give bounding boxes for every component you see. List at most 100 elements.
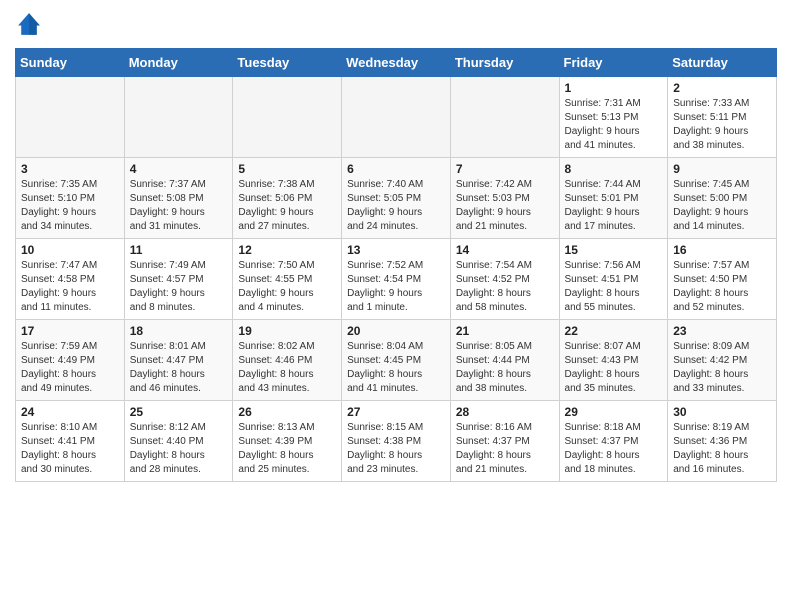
day-info: Sunrise: 7:50 AM Sunset: 4:55 PM Dayligh… xyxy=(238,259,336,315)
day-number: 20 xyxy=(347,324,445,338)
day-number: 15 xyxy=(565,243,663,257)
calendar-cell: 18 Sunrise: 8:01 AM Sunset: 4:47 PM Dayli… xyxy=(124,320,233,401)
calendar-week-row: 10 Sunrise: 7:47 AM Sunset: 4:58 PM Dayli… xyxy=(16,239,777,320)
calendar-cell: 16 Sunrise: 7:57 AM Sunset: 4:50 PM Dayli… xyxy=(668,239,777,320)
calendar-cell: 6 Sunrise: 7:40 AM Sunset: 5:05 PM Daylig… xyxy=(342,158,451,239)
calendar-cell: 11 Sunrise: 7:49 AM Sunset: 4:57 PM Dayli… xyxy=(124,239,233,320)
day-number: 5 xyxy=(238,162,336,176)
day-info: Sunrise: 8:13 AM Sunset: 4:39 PM Dayligh… xyxy=(238,421,336,477)
calendar-cell: 15 Sunrise: 7:56 AM Sunset: 4:51 PM Dayli… xyxy=(559,239,668,320)
weekday-header: Sunday xyxy=(16,49,125,77)
calendar-cell: 8 Sunrise: 7:44 AM Sunset: 5:01 PM Daylig… xyxy=(559,158,668,239)
day-info: Sunrise: 7:35 AM Sunset: 5:10 PM Dayligh… xyxy=(21,178,119,234)
calendar-cell: 23Sunrise: 8:09 AM Sunset: 4:42 PM Dayli… xyxy=(668,320,777,401)
day-number: 4 xyxy=(130,162,228,176)
calendar-cell: 24 Sunrise: 8:10 AM Sunset: 4:41 PM Dayli… xyxy=(16,401,125,482)
calendar-cell: 1 Sunrise: 7:31 AM Sunset: 5:13 PM Daylig… xyxy=(559,77,668,158)
calendar-week-row: 3Sunrise: 7:35 AM Sunset: 5:10 PM Daylig… xyxy=(16,158,777,239)
calendar-cell: 3Sunrise: 7:35 AM Sunset: 5:10 PM Daylig… xyxy=(16,158,125,239)
calendar-cell: 14Sunrise: 7:54 AM Sunset: 4:52 PM Dayli… xyxy=(450,239,559,320)
page-container: SundayMondayTuesdayWednesdayThursdayFrid… xyxy=(0,0,792,492)
calendar-cell: 26Sunrise: 8:13 AM Sunset: 4:39 PM Dayli… xyxy=(233,401,342,482)
day-info: Sunrise: 7:38 AM Sunset: 5:06 PM Dayligh… xyxy=(238,178,336,234)
calendar-cell: 30Sunrise: 8:19 AM Sunset: 4:36 PM Dayli… xyxy=(668,401,777,482)
calendar-cell: 29Sunrise: 8:18 AM Sunset: 4:37 PM Dayli… xyxy=(559,401,668,482)
day-info: Sunrise: 7:45 AM Sunset: 5:00 PM Dayligh… xyxy=(673,178,771,234)
calendar-cell: 21 Sunrise: 8:05 AM Sunset: 4:44 PM Dayli… xyxy=(450,320,559,401)
day-number: 8 xyxy=(565,162,663,176)
day-number: 2 xyxy=(673,81,771,95)
day-number: 25 xyxy=(130,405,228,419)
weekday-header: Wednesday xyxy=(342,49,451,77)
calendar-week-row: 17Sunrise: 7:59 AM Sunset: 4:49 PM Dayli… xyxy=(16,320,777,401)
day-number: 1 xyxy=(565,81,663,95)
day-info: Sunrise: 8:02 AM Sunset: 4:46 PM Dayligh… xyxy=(238,340,336,396)
day-number: 24 xyxy=(21,405,119,419)
day-info: Sunrise: 7:31 AM Sunset: 5:13 PM Dayligh… xyxy=(565,97,663,153)
calendar-week-row: 24 Sunrise: 8:10 AM Sunset: 4:41 PM Dayli… xyxy=(16,401,777,482)
calendar-cell xyxy=(342,77,451,158)
calendar-cell: 28 Sunrise: 8:16 AM Sunset: 4:37 PM Dayli… xyxy=(450,401,559,482)
calendar-cell: 5 Sunrise: 7:38 AM Sunset: 5:06 PM Daylig… xyxy=(233,158,342,239)
calendar-cell xyxy=(16,77,125,158)
day-info: Sunrise: 7:52 AM Sunset: 4:54 PM Dayligh… xyxy=(347,259,445,315)
day-info: Sunrise: 8:05 AM Sunset: 4:44 PM Dayligh… xyxy=(456,340,554,396)
day-number: 28 xyxy=(456,405,554,419)
day-info: Sunrise: 8:19 AM Sunset: 4:36 PM Dayligh… xyxy=(673,421,771,477)
day-number: 10 xyxy=(21,243,119,257)
day-info: Sunrise: 7:54 AM Sunset: 4:52 PM Dayligh… xyxy=(456,259,554,315)
day-info: Sunrise: 7:44 AM Sunset: 5:01 PM Dayligh… xyxy=(565,178,663,234)
day-info: Sunrise: 7:42 AM Sunset: 5:03 PM Dayligh… xyxy=(456,178,554,234)
calendar-body: 1 Sunrise: 7:31 AM Sunset: 5:13 PM Daylig… xyxy=(16,77,777,482)
day-info: Sunrise: 7:47 AM Sunset: 4:58 PM Dayligh… xyxy=(21,259,119,315)
day-info: Sunrise: 8:07 AM Sunset: 4:43 PM Dayligh… xyxy=(565,340,663,396)
logo-icon xyxy=(15,10,43,38)
day-number: 21 xyxy=(456,324,554,338)
day-info: Sunrise: 7:49 AM Sunset: 4:57 PM Dayligh… xyxy=(130,259,228,315)
day-number: 11 xyxy=(130,243,228,257)
calendar-cell: 25Sunrise: 8:12 AM Sunset: 4:40 PM Dayli… xyxy=(124,401,233,482)
calendar-cell xyxy=(124,77,233,158)
logo xyxy=(15,10,47,38)
day-number: 18 xyxy=(130,324,228,338)
calendar-cell: 4Sunrise: 7:37 AM Sunset: 5:08 PM Daylig… xyxy=(124,158,233,239)
day-info: Sunrise: 8:10 AM Sunset: 4:41 PM Dayligh… xyxy=(21,421,119,477)
day-number: 13 xyxy=(347,243,445,257)
calendar-cell: 17Sunrise: 7:59 AM Sunset: 4:49 PM Dayli… xyxy=(16,320,125,401)
day-info: Sunrise: 8:04 AM Sunset: 4:45 PM Dayligh… xyxy=(347,340,445,396)
weekday-header: Saturday xyxy=(668,49,777,77)
day-info: Sunrise: 8:18 AM Sunset: 4:37 PM Dayligh… xyxy=(565,421,663,477)
day-number: 16 xyxy=(673,243,771,257)
day-number: 6 xyxy=(347,162,445,176)
calendar-cell: 7Sunrise: 7:42 AM Sunset: 5:03 PM Daylig… xyxy=(450,158,559,239)
day-info: Sunrise: 7:57 AM Sunset: 4:50 PM Dayligh… xyxy=(673,259,771,315)
calendar-cell: 9 Sunrise: 7:45 AM Sunset: 5:00 PM Daylig… xyxy=(668,158,777,239)
day-info: Sunrise: 7:56 AM Sunset: 4:51 PM Dayligh… xyxy=(565,259,663,315)
day-info: Sunrise: 8:01 AM Sunset: 4:47 PM Dayligh… xyxy=(130,340,228,396)
weekday-header-row: SundayMondayTuesdayWednesdayThursdayFrid… xyxy=(16,49,777,77)
day-info: Sunrise: 8:09 AM Sunset: 4:42 PM Dayligh… xyxy=(673,340,771,396)
calendar-cell xyxy=(233,77,342,158)
weekday-header: Tuesday xyxy=(233,49,342,77)
day-info: Sunrise: 7:33 AM Sunset: 5:11 PM Dayligh… xyxy=(673,97,771,153)
day-number: 9 xyxy=(673,162,771,176)
weekday-header: Friday xyxy=(559,49,668,77)
calendar-cell: 20 Sunrise: 8:04 AM Sunset: 4:45 PM Dayli… xyxy=(342,320,451,401)
calendar-cell: 22Sunrise: 8:07 AM Sunset: 4:43 PM Dayli… xyxy=(559,320,668,401)
calendar-table: SundayMondayTuesdayWednesdayThursdayFrid… xyxy=(15,48,777,482)
day-info: Sunrise: 8:16 AM Sunset: 4:37 PM Dayligh… xyxy=(456,421,554,477)
calendar-cell xyxy=(450,77,559,158)
day-info: Sunrise: 7:40 AM Sunset: 5:05 PM Dayligh… xyxy=(347,178,445,234)
calendar-cell: 2 Sunrise: 7:33 AM Sunset: 5:11 PM Daylig… xyxy=(668,77,777,158)
calendar-week-row: 1 Sunrise: 7:31 AM Sunset: 5:13 PM Daylig… xyxy=(16,77,777,158)
calendar-cell: 12 Sunrise: 7:50 AM Sunset: 4:55 PM Dayli… xyxy=(233,239,342,320)
weekday-header: Monday xyxy=(124,49,233,77)
weekday-header: Thursday xyxy=(450,49,559,77)
day-number: 27 xyxy=(347,405,445,419)
calendar-header: SundayMondayTuesdayWednesdayThursdayFrid… xyxy=(16,49,777,77)
day-info: Sunrise: 7:59 AM Sunset: 4:49 PM Dayligh… xyxy=(21,340,119,396)
calendar-cell: 19Sunrise: 8:02 AM Sunset: 4:46 PM Dayli… xyxy=(233,320,342,401)
day-number: 12 xyxy=(238,243,336,257)
day-info: Sunrise: 8:15 AM Sunset: 4:38 PM Dayligh… xyxy=(347,421,445,477)
calendar-cell: 13 Sunrise: 7:52 AM Sunset: 4:54 PM Dayli… xyxy=(342,239,451,320)
